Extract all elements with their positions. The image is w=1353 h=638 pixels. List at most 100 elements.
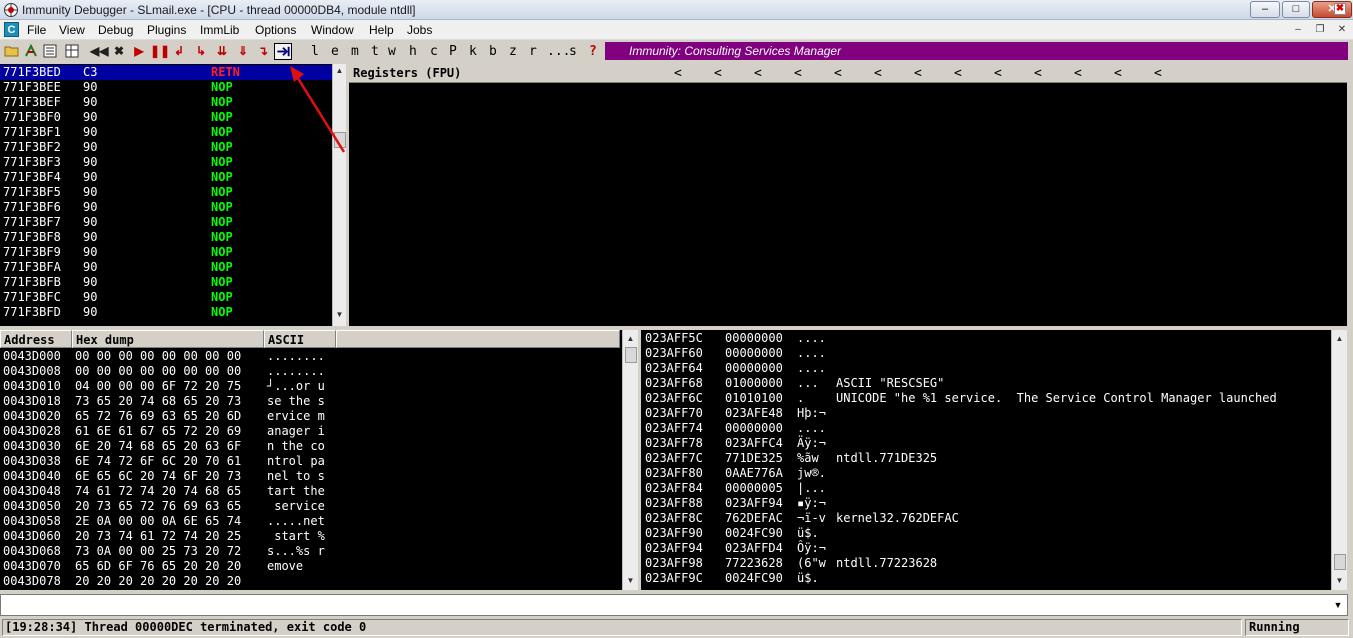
chevron-left-icon[interactable]: <	[1074, 64, 1082, 83]
menu-jobs[interactable]: Jobs	[407, 23, 432, 37]
chevron-left-icon[interactable]: <	[794, 64, 802, 83]
disasm-row[interactable]: 771F3BED C3 RETN	[0, 65, 332, 80]
registers-header[interactable]: Registers (FPU) < < < < < < < < < < < < …	[349, 64, 1347, 83]
call-stack-button[interactable]: k	[469, 44, 477, 59]
rewind-icon[interactable]: ◀◀	[90, 43, 108, 59]
maximize-button[interactable]: □	[1282, 1, 1310, 18]
cpu-button[interactable]: c	[430, 44, 438, 59]
scroll-thumb[interactable]	[334, 132, 346, 148]
hardware-breakpoints-button[interactable]: z	[509, 44, 517, 59]
menu-window[interactable]: Window	[311, 23, 354, 37]
menu-plugins[interactable]: Plugins	[147, 23, 186, 37]
disassembly-pane[interactable]: 771F3BED C3 RETN 771F3BEE 90 NOP 771F3BEF 90 NOP…	[0, 64, 346, 326]
disasm-row[interactable]: 771F3BF6 90 NOP	[0, 200, 332, 215]
chevron-left-icon[interactable]: <	[674, 64, 682, 83]
minimize-button[interactable]: –	[1250, 1, 1280, 18]
disasm-row[interactable]: 771F3BFC 90 NOP	[0, 290, 332, 305]
mdi-close-icon[interactable]: ✕	[1334, 23, 1350, 37]
chevron-left-icon[interactable]: <	[994, 64, 1002, 83]
menu-immlib[interactable]: ImmLib	[200, 23, 239, 37]
stack-pane[interactable]: 023AFF5C 00000000.... 023AFF60 00000000....…	[641, 330, 1347, 590]
cpu-window-icon[interactable]: C	[4, 22, 19, 37]
disasm-row[interactable]: 771F3BF8 90 NOP	[0, 230, 332, 245]
disasm-row[interactable]: 771F3BF2 90 NOP	[0, 140, 332, 155]
executable-modules-button[interactable]: e	[331, 44, 339, 59]
hex-dump-pane[interactable]: Address Hex dump ASCII 0043D000 00 00 00 …	[0, 330, 638, 590]
open-folder-icon[interactable]	[4, 43, 20, 59]
chevron-left-icon[interactable]: <	[874, 64, 882, 83]
chevron-left-icon[interactable]: <	[954, 64, 962, 83]
chevron-left-icon[interactable]: <	[714, 64, 722, 83]
disasm-row[interactable]: 771F3BF4 90 NOP	[0, 170, 332, 185]
run-icon[interactable]: ▶	[131, 43, 147, 59]
step-into-icon[interactable]: ↲	[171, 43, 187, 59]
command-input[interactable]	[3, 597, 1325, 613]
chevron-left-icon[interactable]: <	[1114, 64, 1122, 83]
dump-col-ascii[interactable]: ASCII	[264, 330, 336, 348]
stack-scrollbar[interactable]: ▲ ▼	[1331, 330, 1347, 590]
disasm-row[interactable]: 771F3BFB 90 NOP	[0, 275, 332, 290]
source-button[interactable]: s	[569, 44, 577, 59]
patches-button[interactable]: P	[449, 44, 457, 59]
step-over-icon[interactable]: ↳	[193, 43, 209, 59]
chevron-left-icon[interactable]: <	[1154, 64, 1162, 83]
immunity-app-icon[interactable]	[3, 2, 19, 18]
menu-view[interactable]: View	[59, 23, 85, 37]
breakpoints-button[interactable]: b	[489, 44, 497, 59]
menu-file[interactable]: File	[27, 23, 46, 37]
disasm-row[interactable]: 771F3BF0 90 NOP	[0, 110, 332, 125]
menu-debug[interactable]: Debug	[98, 23, 133, 37]
disasm-row[interactable]: 771F3BF9 90 NOP	[0, 245, 332, 260]
help-button[interactable]: ?	[589, 44, 597, 59]
scroll-down-icon[interactable]: ▼	[333, 308, 346, 322]
chevron-left-icon[interactable]: <	[914, 64, 922, 83]
dump-col-address[interactable]: Address	[0, 330, 72, 348]
scroll-down-icon[interactable]: ▼	[1332, 574, 1347, 588]
window-layout-icon[interactable]	[64, 43, 80, 59]
disasm-row[interactable]: 771F3BFA 90 NOP	[0, 260, 332, 275]
windows-button[interactable]: w	[388, 44, 396, 59]
close-debuggee-icon[interactable]	[42, 43, 58, 59]
scroll-up-icon[interactable]: ▲	[333, 64, 346, 78]
menu-options[interactable]: Options	[255, 23, 296, 37]
chevron-left-icon[interactable]: <	[754, 64, 762, 83]
threads-button[interactable]: t	[371, 44, 379, 59]
close-button[interactable]: ✕	[1312, 1, 1352, 18]
restart-icon[interactable]	[23, 43, 39, 59]
chevron-left-icon[interactable]: <	[834, 64, 842, 83]
handles-button[interactable]: h	[409, 44, 417, 59]
disasm-row[interactable]: 771F3BF3 90 NOP	[0, 155, 332, 170]
mdi-restore-icon[interactable]: ❐	[1312, 23, 1328, 37]
immunity-banner[interactable]: Immunity: Consulting Services Manager	[605, 42, 1348, 60]
scroll-thumb[interactable]	[625, 347, 637, 363]
execute-till-return-icon[interactable]: ↴	[255, 43, 271, 59]
references-button[interactable]: r	[529, 44, 537, 59]
disasm-row[interactable]: 771F3BF1 90 NOP	[0, 125, 332, 140]
trace-into-icon[interactable]: ⇊	[214, 43, 230, 59]
scroll-up-icon[interactable]: ▲	[1332, 332, 1347, 346]
banner-close-icon[interactable]: ✖	[1334, 3, 1346, 15]
dump-scrollbar[interactable]: ▲ ▼	[622, 330, 638, 590]
stop-icon[interactable]: ✖	[111, 43, 127, 59]
disassembly-scrollbar[interactable]: ▲ ▼	[332, 64, 346, 326]
chevron-left-icon[interactable]: <	[1034, 64, 1042, 83]
log-window-button[interactable]: l	[311, 44, 319, 59]
scroll-up-icon[interactable]: ▲	[623, 332, 638, 346]
memory-map-button[interactable]: m	[351, 44, 359, 59]
dump-col-hex[interactable]: Hex dump	[72, 330, 264, 348]
disasm-row[interactable]: 771F3BF5 90 NOP	[0, 185, 332, 200]
scroll-down-icon[interactable]: ▼	[623, 574, 638, 588]
disasm-row[interactable]: 771F3BEF 90 NOP	[0, 95, 332, 110]
chevron-down-icon[interactable]: ▼	[1330, 597, 1346, 613]
scroll-thumb[interactable]	[1334, 554, 1346, 570]
trace-over-icon[interactable]: ⇓	[235, 43, 251, 59]
run-trace-button[interactable]: ...	[547, 44, 570, 59]
go-to-address-icon[interactable]	[274, 43, 292, 60]
pause-icon[interactable]: ❚❚	[150, 43, 170, 59]
mdi-minimize-icon[interactable]: –	[1290, 23, 1306, 37]
disasm-row[interactable]: 771F3BEE 90 NOP	[0, 80, 332, 95]
disasm-row[interactable]: 771F3BFD 90 NOP	[0, 305, 332, 320]
registers-pane[interactable]: Registers (FPU) < < < < < < < < < < < < …	[349, 64, 1347, 326]
disasm-row[interactable]: 771F3BF7 90 NOP	[0, 215, 332, 230]
menu-help[interactable]: Help	[369, 23, 394, 37]
